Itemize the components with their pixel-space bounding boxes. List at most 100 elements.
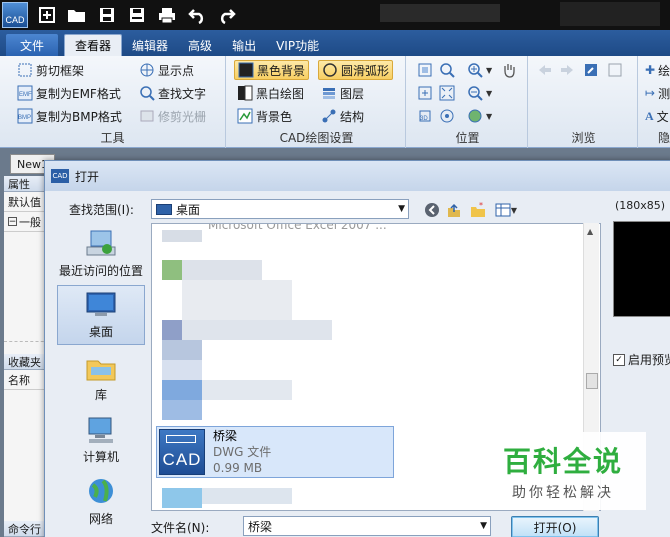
print-icon[interactable] <box>156 4 178 26</box>
chevron-down-icon: ▼ <box>398 204 405 214</box>
blurred-file <box>162 380 202 400</box>
back-button[interactable] <box>423 201 441 219</box>
view-menu-button[interactable]: ▼ <box>493 201 519 219</box>
browse-group: 浏览 <box>530 56 638 148</box>
default-row[interactable]: 默认值 <box>4 192 49 212</box>
general-row[interactable]: − 一般 <box>4 212 49 232</box>
background-color-button[interactable]: 背景色 <box>234 106 295 126</box>
favorites-header: 收藏夹 <box>4 354 49 370</box>
svg-text:3D: 3D <box>420 116 428 122</box>
place-computer[interactable]: 计算机 <box>57 409 145 469</box>
forward-arrow-button[interactable] <box>556 60 578 80</box>
place-desktop[interactable]: 桌面 <box>57 285 145 345</box>
partial-button-1[interactable]: ✚ 绘 <box>642 60 670 80</box>
copy-emf-button[interactable]: EMF 复制为EMF格式 <box>14 83 124 103</box>
name-column[interactable]: 名称 <box>4 370 49 390</box>
emf-icon: EMF <box>17 85 33 101</box>
file-item-selected[interactable]: CAD 桥梁 DWG 文件 0.99 MB <box>156 426 394 478</box>
up-folder-icon <box>448 203 460 217</box>
layers-button[interactable]: 图层 <box>318 83 367 103</box>
fit-screen-button[interactable] <box>436 83 458 103</box>
undo-icon[interactable] <box>186 4 208 26</box>
trim-raster-button[interactable]: 修剪光栅 <box>136 106 209 126</box>
view-button[interactable]: ▼ <box>464 106 495 126</box>
tab-advanced[interactable]: 高级 <box>178 34 222 56</box>
back-arrow-button[interactable] <box>534 60 556 80</box>
zoom-extents-button[interactable] <box>436 60 458 80</box>
command-line-header: 命令行 <box>4 521 49 537</box>
up-folder-button[interactable] <box>445 201 463 219</box>
fit-screen-icon <box>439 85 455 101</box>
zoom-window-button[interactable] <box>414 60 436 80</box>
find-text-button[interactable]: 查找文字 <box>136 83 209 103</box>
tab-vip[interactable]: VIP功能 <box>266 34 329 56</box>
dwg-file-icon: CAD <box>159 429 205 475</box>
scroll-up-icon[interactable]: ▲ <box>587 227 593 236</box>
place-recent[interactable]: 最近访问的位置 <box>57 223 145 283</box>
background-color-icon <box>237 108 253 124</box>
save-icon[interactable] <box>96 4 118 26</box>
blurred-file <box>162 360 202 380</box>
orbit-icon <box>439 108 455 124</box>
search-icon <box>139 85 155 101</box>
dialog-title: 打开 <box>75 169 100 184</box>
rotate-button[interactable]: 3D <box>414 106 436 126</box>
place-library[interactable]: 库 <box>57 347 145 407</box>
black-white-drawing-button[interactable]: 黑白绘图 <box>234 83 307 103</box>
redo-icon[interactable] <box>216 4 238 26</box>
partial-button-2[interactable]: ↦ 测 <box>642 83 670 103</box>
collapse-icon: − <box>8 216 17 227</box>
app-logo[interactable]: CAD <box>2 2 28 28</box>
smooth-arc-button[interactable]: 圆滑弧形 <box>318 60 394 80</box>
copy-bmp-button[interactable]: BMP 复制为BMP格式 <box>14 106 125 126</box>
open-folder-icon[interactable] <box>66 4 88 26</box>
svg-text:BMP: BMP <box>18 115 31 121</box>
orbit-button[interactable] <box>436 106 458 126</box>
partial-file-name[interactable]: Microsoft Office Excel 2007 ... <box>208 224 387 232</box>
cut-frame-button[interactable]: 剪切框架 <box>14 60 87 80</box>
structure-button[interactable]: 结构 <box>318 106 367 126</box>
tab-output[interactable]: 输出 <box>222 34 266 56</box>
fit-page-icon <box>417 85 433 101</box>
tab-viewer[interactable]: 查看器 <box>64 34 123 56</box>
look-in-dropdown[interactable]: 桌面 ▼ <box>151 199 409 219</box>
zoom-in-button[interactable]: ▼ <box>464 60 495 80</box>
file-name-input[interactable]: 桥梁 ▼ <box>243 516 491 536</box>
scrollbar-thumb[interactable] <box>586 373 598 389</box>
blurred-file <box>202 488 292 504</box>
new-file-icon[interactable] <box>36 4 58 26</box>
network-globe-icon <box>89 479 113 503</box>
edit-view-button[interactable] <box>580 60 602 80</box>
arrow-right-icon <box>559 62 575 78</box>
zoom-out-icon <box>467 85 483 101</box>
plus-icon: ✚ <box>645 63 656 77</box>
blurred-file <box>182 260 262 280</box>
blurred-file <box>182 280 292 320</box>
partial-button-3[interactable]: A文 <box>642 106 670 126</box>
fit-page-button[interactable] <box>414 83 436 103</box>
zoom-window-icon <box>417 62 433 78</box>
new-folder-button[interactable]: * <box>469 201 487 219</box>
layers-icon <box>321 85 337 101</box>
file-name: 桥梁 <box>213 429 238 443</box>
arrow-left-icon <box>537 62 553 78</box>
file-size: 0.99 MB <box>213 461 263 475</box>
browse-extra-button[interactable] <box>604 60 626 80</box>
watermark-logo: 百科全说 助你轻松解决 <box>480 432 646 510</box>
show-points-button[interactable]: 显示点 <box>136 60 197 80</box>
black-background-button[interactable]: 黑色背景 <box>234 60 310 80</box>
place-network[interactable]: 网络 <box>57 471 145 531</box>
enable-preview-checkbox[interactable]: ✓ 启用预览 <box>613 351 670 368</box>
blurred-window-controls <box>560 2 660 26</box>
save-as-icon[interactable] <box>126 4 148 26</box>
svg-text:EMF: EMF <box>19 92 32 98</box>
tab-editor[interactable]: 编辑器 <box>122 34 178 56</box>
tools-group: 剪切框架 EMF 复制为EMF格式 BMP 复制为BMP格式 显示点 查找文字 … <box>0 56 226 148</box>
pan-button[interactable] <box>498 60 520 80</box>
library-icon <box>86 360 116 381</box>
zoom-out-button[interactable]: ▼ <box>464 83 495 103</box>
open-button[interactable]: 打开(O) <box>511 516 599 537</box>
blurred-file <box>162 340 202 360</box>
blurred-file <box>162 488 202 508</box>
tab-file[interactable]: 文件 <box>6 34 59 56</box>
